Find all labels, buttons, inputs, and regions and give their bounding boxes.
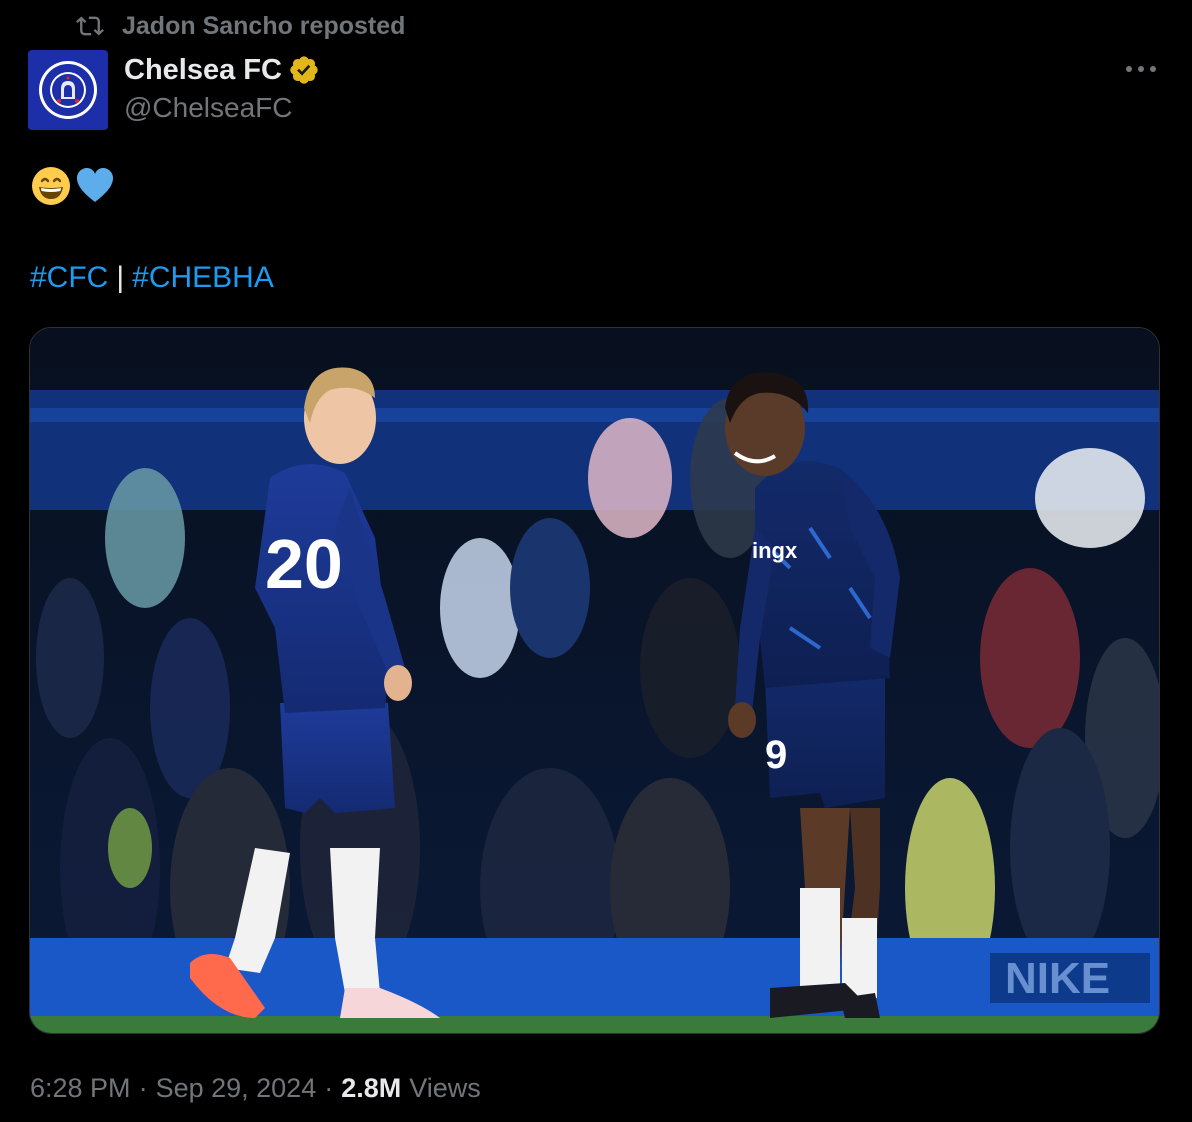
- hashtag-cfc-link[interactable]: #CFC: [30, 261, 108, 294]
- svg-text:20: 20: [265, 525, 343, 603]
- author-display-name[interactable]: Chelsea FC: [124, 54, 282, 87]
- tweet-date[interactable]: Sep 29, 2024: [156, 1073, 317, 1104]
- chelsea-crest-icon: [39, 61, 97, 119]
- blue-heart-emoji-icon: [74, 165, 116, 207]
- svg-text:ingx: ingx: [752, 538, 798, 563]
- tweet-photo[interactable]: NIKE 20 9 ingx: [29, 327, 1160, 1034]
- author-name-row: Chelsea FC: [124, 52, 320, 88]
- svg-text:9: 9: [765, 733, 787, 777]
- svg-text:NIKE: NIKE: [1005, 954, 1110, 1003]
- views-label: Views: [409, 1072, 481, 1103]
- meta-dot: ·: [138, 1072, 148, 1103]
- meta-dot: ·: [324, 1072, 334, 1103]
- hashtag-separator: |: [116, 261, 125, 294]
- repost-text[interactable]: Jadon Sancho reposted: [122, 12, 405, 41]
- repost-icon: [76, 12, 104, 40]
- author-handle[interactable]: @ChelseaFC: [124, 92, 292, 124]
- verified-badge-icon[interactable]: [288, 54, 320, 86]
- avatar[interactable]: [28, 50, 108, 130]
- tweet-emoji-line: [30, 164, 116, 208]
- hashtag-chebha-link[interactable]: #CHEBHA: [132, 261, 274, 294]
- repost-context[interactable]: Jadon Sancho reposted: [76, 10, 405, 42]
- more-horizontal-icon: [1126, 66, 1156, 72]
- photo-two-players-celebrating: NIKE 20 9 ingx: [30, 328, 1159, 1033]
- views-count: 2.8M: [341, 1072, 402, 1103]
- tweet-time[interactable]: 6:28 PM: [30, 1073, 131, 1104]
- grinning-face-emoji-icon: [30, 165, 72, 207]
- tweet-meta: 6:28 PM · Sep 29, 2024 · 2.8M Views: [30, 1068, 481, 1108]
- more-options-button[interactable]: [1124, 54, 1158, 84]
- tweet-hashtags: #CFC | #CHEBHA: [30, 258, 274, 298]
